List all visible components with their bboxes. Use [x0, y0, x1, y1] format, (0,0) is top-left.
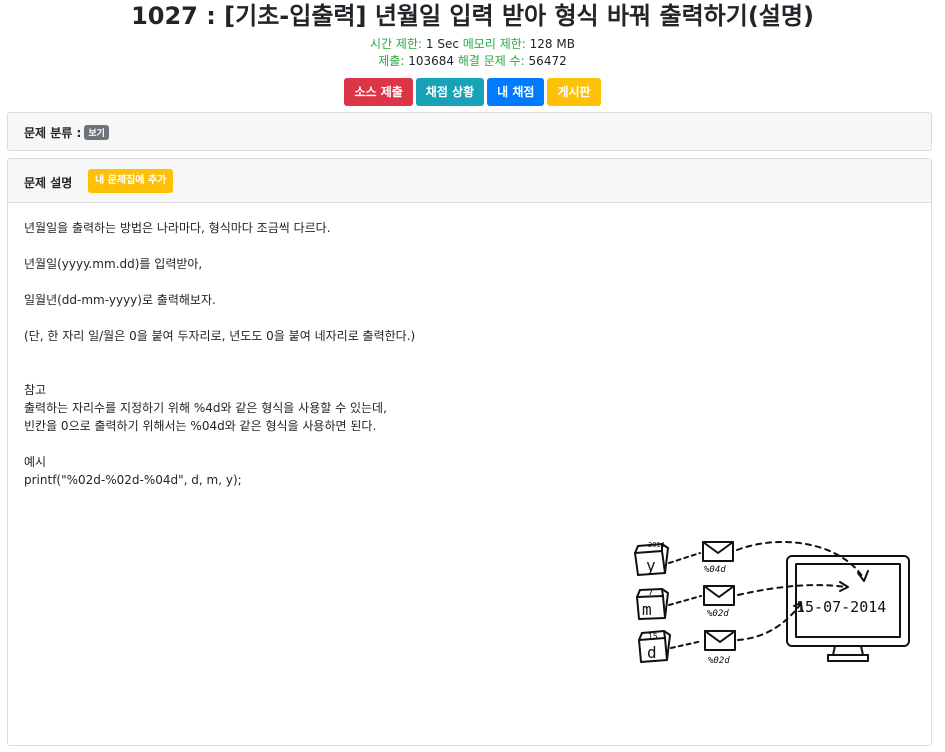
description-line: ​	[24, 273, 415, 291]
submissions-value: 103684	[408, 54, 455, 68]
stats-line: 제출: 103684 해결 문제 수: 56472	[0, 53, 945, 70]
description-line: ​	[24, 363, 415, 381]
description-line: 일월년(dd-mm-yyyy)로 출력해보자.	[24, 293, 216, 307]
category-label: 문제 분류 :	[24, 126, 82, 140]
my-status-button[interactable]: 내 채점	[487, 78, 545, 106]
description-line: ​	[24, 345, 415, 363]
description-line: 년월일(yyyy.mm.dd)를 입력받아,	[24, 257, 203, 271]
box-m-tag: 7	[648, 588, 653, 598]
board-button[interactable]: 게시판	[547, 78, 601, 106]
add-to-problemset-button[interactable]: 내 문제집에 추가	[88, 169, 174, 193]
fmt-d-label: %02d	[708, 656, 730, 666]
box-m-letter: m	[642, 600, 652, 619]
box-d-tag: 15	[648, 632, 658, 641]
category-header: 문제 분류 : 보기	[24, 124, 109, 141]
description-line: 출력하는 자리수를 지정하기 위해 %4d와 같은 형식을 사용할 수 있는데,	[24, 401, 387, 415]
limits-line: 시간 제한: 1 Sec 메모리 제한: 128 MB	[0, 36, 945, 53]
fmt-m-label: %02d	[707, 609, 729, 619]
solved-label: 해결 문제 수:	[457, 54, 525, 68]
description-line: 빈칸을 0으로 출력하기 위해서는 %04d와 같은 형식을 사용하면 된다.	[24, 419, 377, 433]
description-line: printf("%02d-%02d-%04d", d, m, y);	[24, 473, 242, 487]
judge-status-button[interactable]: 채점 상황	[415, 78, 485, 106]
page-title: 1027 : [기초-입출력] 년월일 입력 받아 형식 바꿔 출력하기(설명)	[131, 2, 814, 30]
format-illustration: 2014 y 7 m 15 d %04d %02d %02d 15-07-201…	[634, 540, 910, 666]
description-header: 문제 설명 내 문제집에 추가	[8, 159, 931, 203]
submit-source-button[interactable]: 소스 제출	[344, 78, 413, 106]
box-y-tag: 2014	[648, 541, 665, 549]
description-line: 참고	[24, 383, 47, 397]
description-line: 년월일을 출력하는 방법은 나라마다, 형식마다 조금씩 다르다.	[24, 221, 331, 235]
envelope-m-icon	[703, 585, 735, 606]
category-card: 문제 분류 : 보기	[7, 112, 932, 151]
submissions-label: 제출:	[378, 54, 405, 68]
time-limit-label: 시간 제한:	[370, 37, 423, 51]
description-line: 예시	[24, 455, 47, 469]
action-buttons: 소스 제출 채점 상황 내 채점 게시판	[0, 78, 945, 106]
memory-limit-label: 메모리 제한:	[462, 37, 526, 51]
category-view-badge[interactable]: 보기	[84, 125, 109, 140]
description-body: 년월일을 출력하는 방법은 나라마다, 형식마다 조금씩 다르다. ​ 년월일(…	[24, 219, 415, 489]
description-title: 문제 설명	[24, 176, 73, 190]
memory-limit-value: 128 MB	[529, 37, 575, 51]
screen-date-text: 15-07-2014	[796, 598, 886, 616]
description-card: 문제 설명 내 문제집에 추가 년월일을 출력하는 방법은 나라마다, 형식마다…	[7, 158, 932, 746]
fmt-y-label: %04d	[704, 565, 726, 575]
description-line: ​	[24, 435, 415, 453]
time-limit-value: 1 Sec	[425, 37, 459, 51]
description-line: ​	[24, 237, 415, 255]
solved-value: 56472	[528, 54, 567, 68]
envelope-y-icon	[702, 541, 734, 562]
box-y-letter: y	[646, 556, 656, 575]
envelope-d-icon	[704, 630, 736, 651]
description-line: (단, 한 자리 일/월은 0을 붙여 두자리로, 년도도 0을 붙여 네자리로…	[24, 329, 416, 343]
box-d-letter: d	[647, 643, 657, 662]
description-line: ​	[24, 309, 415, 327]
